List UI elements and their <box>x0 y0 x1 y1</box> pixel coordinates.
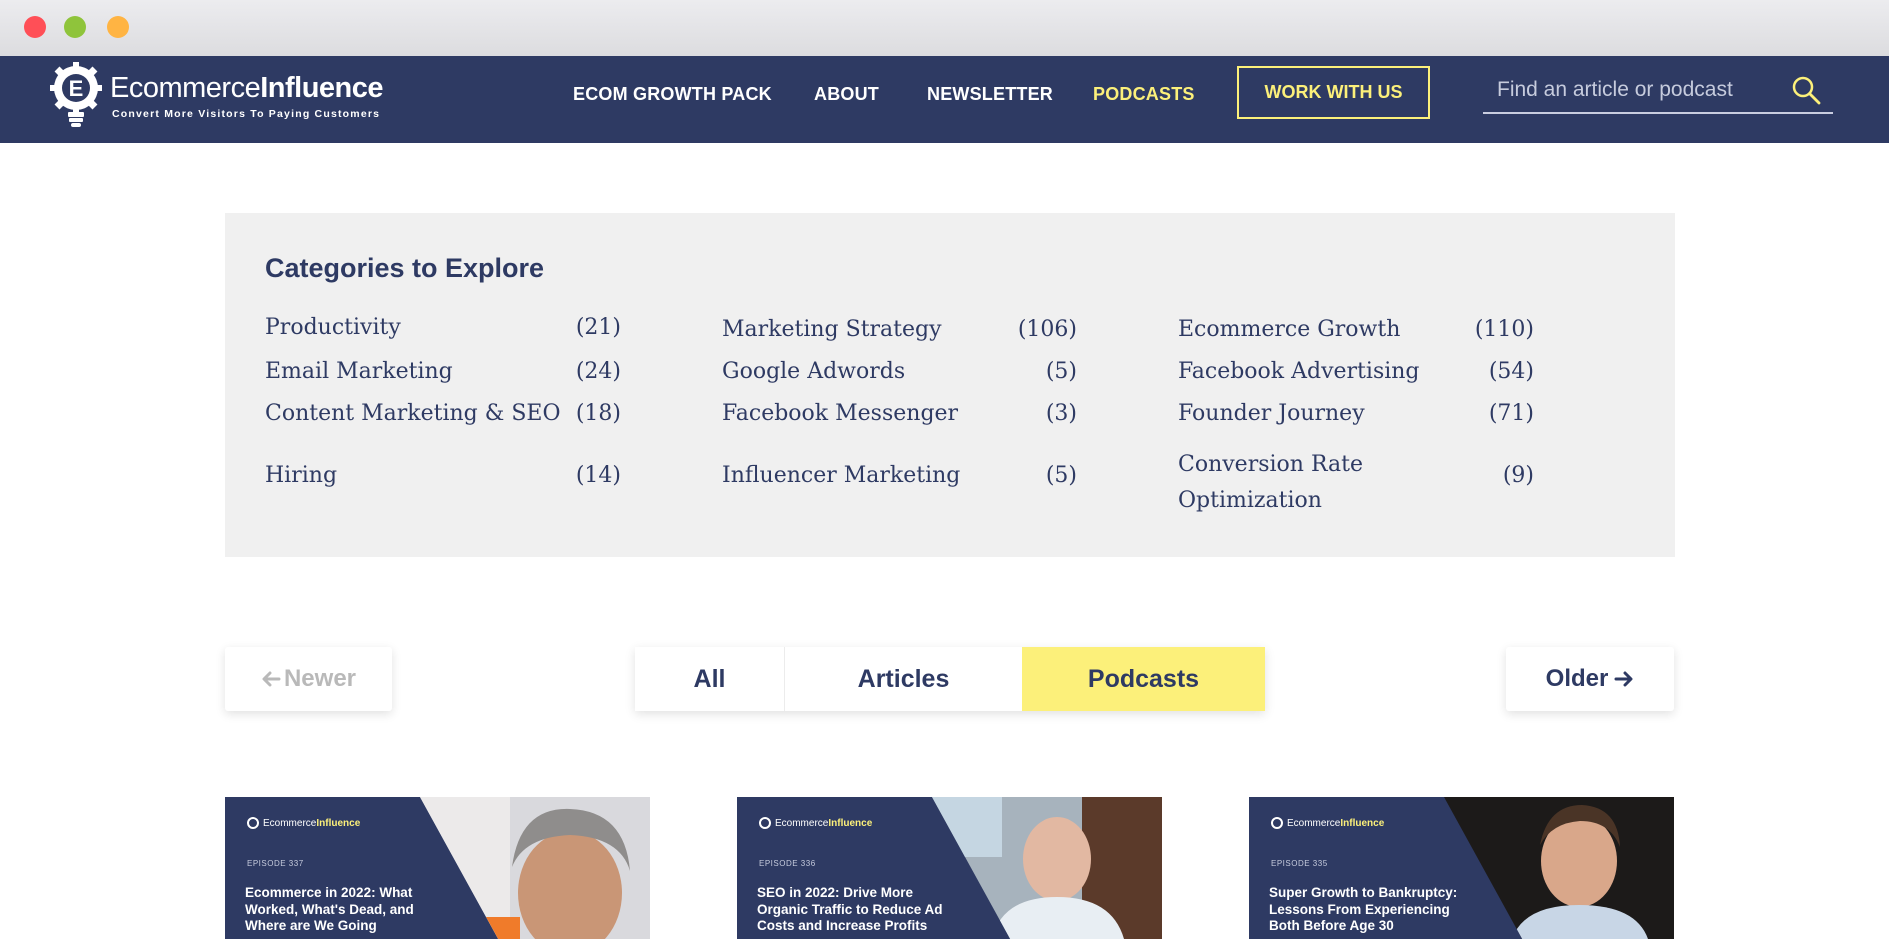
card-logo-icon <box>1271 817 1283 829</box>
filter-tab-all[interactable]: All <box>635 647 785 711</box>
category-name: Email Marketing <box>265 359 453 384</box>
podcast-card[interactable]: EcommerceInfluence EPISODE 335 Super Gro… <box>1249 797 1674 939</box>
category-name: Marketing Strategy <box>722 317 942 342</box>
guest-photo <box>420 797 650 939</box>
category-name: Google Adwords <box>722 359 906 384</box>
category-facebook-messenger[interactable]: Facebook Messenger (3) <box>722 401 1077 437</box>
logo-wordmark: EcommerceInfluence <box>110 72 384 105</box>
category-count: (71) <box>1488 401 1534 426</box>
svg-text:E: E <box>69 76 84 101</box>
category-count: (54) <box>1488 359 1534 384</box>
podcast-card[interactable]: EcommerceInfluence EPISODE 336 SEO in 20… <box>737 797 1162 939</box>
newer-label: Newer <box>283 665 357 692</box>
logo-wordmark-bold: Influence <box>260 72 384 104</box>
work-with-us-button[interactable]: WORK WITH US <box>1237 66 1430 119</box>
category-count: (14) <box>575 463 621 488</box>
card-brand-bold: Influence <box>828 818 873 829</box>
category-count: (110) <box>1474 317 1534 342</box>
category-count: (18) <box>575 401 621 426</box>
nav-item-podcasts[interactable]: PODCASTS <box>1093 84 1195 105</box>
browser-window: E EcommerceInfluence Convert More Visito… <box>0 0 1889 939</box>
card-brand-regular: Ecommerce <box>775 818 829 829</box>
category-founder-journey[interactable]: Founder Journey (71) <box>1178 401 1534 437</box>
category-name: Hiring <box>265 463 338 488</box>
guest-photo <box>932 797 1162 939</box>
card-brand: EcommerceInfluence <box>247 817 360 829</box>
category-productivity[interactable]: Productivity (21) <box>265 315 621 351</box>
arrow-right-icon <box>1614 671 1633 687</box>
category-count: (9) <box>1502 463 1534 488</box>
arrow-left-icon <box>262 671 281 687</box>
card-brand-bold: Influence <box>316 818 361 829</box>
category-content-marketing-seo[interactable]: Content Marketing & SEO (18) <box>265 401 621 437</box>
older-button[interactable]: Older <box>1506 647 1674 711</box>
card-title: SEO in 2022: Drive More Organic Traffic … <box>757 885 943 933</box>
category-count: (24) <box>575 359 621 384</box>
window-titlebar <box>0 0 1889 57</box>
nav-item-ecom-growth-pack[interactable]: ECOM GROWTH PACK <box>573 84 772 105</box>
newer-button[interactable]: Newer <box>225 647 392 711</box>
site-logo[interactable]: E EcommerceInfluence Convert More Visito… <box>48 60 388 140</box>
category-name: Influencer Marketing <box>722 463 961 488</box>
card-title: Ecommerce in 2022: What Worked, What's D… <box>245 885 414 933</box>
podcast-card[interactable]: EcommerceInfluence EPISODE 337 Ecommerce… <box>225 797 650 939</box>
site-header: E EcommerceInfluence Convert More Visito… <box>0 56 1889 143</box>
categories-panel: Categories to Explore Productivity (21) … <box>225 213 1675 557</box>
card-brand-regular: Ecommerce <box>263 818 317 829</box>
search-input[interactable] <box>1495 74 1789 106</box>
card-episode: EPISODE 335 <box>1271 859 1328 868</box>
card-title: Super Growth to Bankruptcy: Lessons From… <box>1269 885 1458 933</box>
category-hiring[interactable]: Hiring (14) <box>265 463 621 499</box>
logo-tagline: Convert More Visitors To Paying Customer… <box>112 108 381 120</box>
category-name: Facebook Advertising <box>1178 359 1420 384</box>
category-google-adwords[interactable]: Google Adwords (5) <box>722 359 1077 395</box>
filter-tab-articles[interactable]: Articles <box>785 647 1022 711</box>
category-email-marketing[interactable]: Email Marketing (24) <box>265 359 621 395</box>
card-episode: EPISODE 337 <box>247 859 304 868</box>
category-count: (5) <box>1045 359 1077 384</box>
nav-item-about[interactable]: ABOUT <box>814 84 879 105</box>
category-name: Facebook Messenger <box>722 401 959 426</box>
search-icon[interactable] <box>1790 74 1822 106</box>
category-influencer-marketing[interactable]: Influencer Marketing (5) <box>722 463 1077 499</box>
minimize-window-button[interactable] <box>64 16 86 38</box>
category-name: Content Marketing & SEO <box>265 401 561 426</box>
category-name: Ecommerce Growth <box>1178 317 1401 342</box>
card-brand: EcommerceInfluence <box>1271 817 1384 829</box>
category-name: Conversion Rate Optimization <box>1178 452 1363 513</box>
category-count: (3) <box>1045 401 1077 426</box>
close-window-button[interactable] <box>24 16 46 38</box>
category-conversion-rate-optimization[interactable]: Conversion Rate Optimization (9) <box>1178 452 1534 513</box>
category-ecommerce-growth[interactable]: Ecommerce Growth (110) <box>1178 317 1534 353</box>
filter-tab-podcasts[interactable]: Podcasts <box>1022 647 1265 711</box>
category-count: (21) <box>575 315 621 340</box>
categories-title: Categories to Explore <box>265 253 545 283</box>
logo-wordmark-regular: Ecommerce <box>110 72 261 104</box>
card-brand-bold: Influence <box>1340 818 1385 829</box>
card-logo-icon <box>759 817 771 829</box>
category-count: (5) <box>1045 463 1077 488</box>
card-brand: EcommerceInfluence <box>759 817 872 829</box>
category-marketing-strategy[interactable]: Marketing Strategy (106) <box>722 317 1077 353</box>
category-facebook-advertising[interactable]: Facebook Advertising (54) <box>1178 359 1534 395</box>
nav-item-newsletter[interactable]: NEWSLETTER <box>927 84 1053 105</box>
maximize-window-button[interactable] <box>107 16 129 38</box>
card-episode: EPISODE 336 <box>759 859 816 868</box>
category-name: Productivity <box>265 315 401 340</box>
content-filter: All Articles Podcasts <box>635 647 1265 711</box>
guest-photo <box>1444 797 1674 939</box>
card-brand-regular: Ecommerce <box>1287 818 1341 829</box>
lightbulb-gear-logo-icon: E <box>50 62 102 127</box>
search-bar <box>1483 68 1833 114</box>
card-logo-icon <box>247 817 259 829</box>
category-name: Founder Journey <box>1178 401 1365 426</box>
older-label: Older <box>1545 665 1609 692</box>
category-count: (106) <box>1017 317 1077 342</box>
